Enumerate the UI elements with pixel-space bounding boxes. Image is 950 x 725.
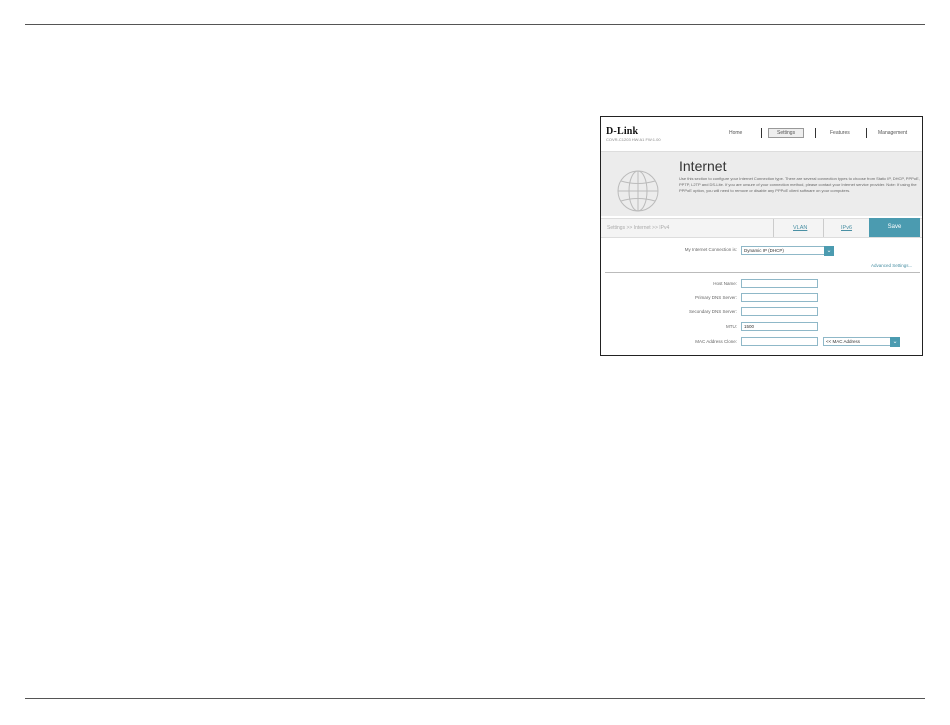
chevron-down-icon[interactable]: ⌄ <box>890 337 900 347</box>
mtu-input[interactable]: 1500 <box>741 322 818 331</box>
globe-icon <box>617 170 659 212</box>
mac-address-select-value: << MAC Address <box>826 339 861 344</box>
tab-ipv6[interactable]: IPv6 <box>841 225 852 231</box>
section-divider <box>605 272 920 273</box>
tab-divider <box>823 219 824 237</box>
bottom-rule <box>25 698 925 699</box>
nav-features[interactable]: Features <box>830 130 850 136</box>
nav-divider <box>866 128 867 138</box>
connection-type-select[interactable]: Dynamic IP (DHCP) <box>741 246 825 255</box>
mtu-label: MTU: <box>726 324 737 329</box>
nav-management[interactable]: Management <box>878 130 907 136</box>
nav-settings[interactable]: Settings <box>768 128 805 138</box>
host-name-input[interactable] <box>741 279 818 288</box>
mac-clone-label: MAC Address Clone: <box>695 339 737 344</box>
dlink-logo: D-Link <box>606 126 639 137</box>
connection-type-value: Dynamic IP (DHCP) <box>744 248 784 253</box>
tab-vlan[interactable]: VLAN <box>793 225 807 231</box>
save-button[interactable]: Save <box>869 218 920 237</box>
advanced-settings-link[interactable]: Advanced Settings... <box>871 263 912 268</box>
page-description: Use this section to configure your Inter… <box>679 176 920 193</box>
header: D-Link COVR-C1203 HW:A1 FW:1.00 Home Set… <box>601 117 922 151</box>
router-ui-screenshot: D-Link COVR-C1203 HW:A1 FW:1.00 Home Set… <box>600 116 923 356</box>
model-info: COVR-C1203 HW:A1 FW:1.00 <box>606 137 661 142</box>
mac-address-select[interactable]: << MAC Address <box>823 337 891 346</box>
breadcrumb: Settings >> Internet >> IPv4 <box>607 225 670 231</box>
tab-divider <box>773 219 774 237</box>
page-banner: Internet Use this section to configure y… <box>601 151 922 216</box>
top-rule <box>25 24 925 25</box>
chevron-down-icon[interactable]: ⌄ <box>824 246 834 256</box>
primary-dns-input[interactable] <box>741 293 818 302</box>
host-name-label: Host Name: <box>713 281 737 286</box>
mac-clone-input[interactable] <box>741 337 818 346</box>
secondary-dns-input[interactable] <box>741 307 818 316</box>
primary-dns-label: Primary DNS Server: <box>694 295 737 300</box>
nav-divider <box>761 128 762 138</box>
nav-home[interactable]: Home <box>729 130 742 136</box>
nav-divider <box>815 128 816 138</box>
page-title: Internet <box>679 158 727 174</box>
secondary-dns-label: Secondary DNS Server: <box>688 309 737 314</box>
connection-type-label: My Internet Connection is: <box>684 247 737 252</box>
